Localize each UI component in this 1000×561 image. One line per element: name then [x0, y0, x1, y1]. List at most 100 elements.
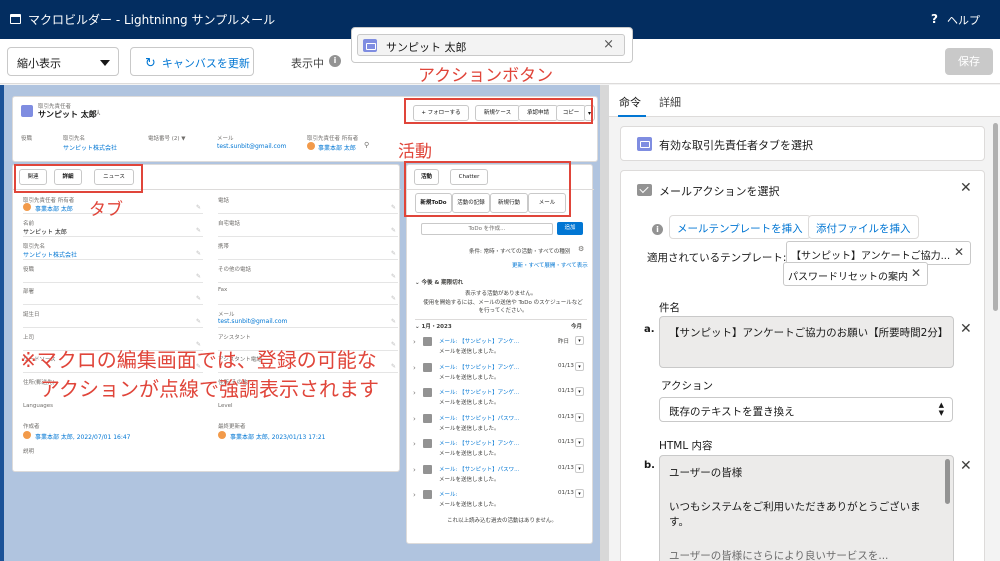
chevron-down-icon[interactable]: ▾ — [575, 336, 584, 345]
close-icon[interactable]: ✕ — [954, 245, 964, 259]
field-divider — [218, 304, 398, 305]
edit-pencil-icon[interactable]: ✎ — [391, 273, 396, 280]
month-title[interactable]: ⌄ 1月・2023 — [415, 322, 452, 330]
activity-item-title[interactable]: メール: 【サンピット】パスワ... — [439, 414, 519, 422]
help-link[interactable]: ヘルプ — [947, 12, 980, 28]
change-owner-icon[interactable]: ⚲ — [364, 141, 369, 149]
modified-by-value[interactable]: 事業本部 太郎, 2023/01/13 17:21 — [230, 432, 326, 441]
edit-pencil-icon[interactable]: ✎ — [196, 295, 201, 302]
refresh-canvas-button[interactable]: ↻ キャンバスを更新 — [130, 47, 254, 76]
edit-pencil-icon[interactable]: ✎ — [196, 273, 201, 280]
activity-item-date: 01/13 — [558, 362, 574, 369]
edit-pencil-icon[interactable]: ✎ — [196, 204, 201, 211]
field-value[interactable]: test.sunbit@gmail.com — [218, 318, 287, 325]
activity-refresh-links[interactable]: 更新・すべて展開・すべて表示 — [512, 261, 588, 269]
insert-template-button[interactable]: メールテンプレートを挿入 — [669, 215, 811, 239]
chevron-right-icon[interactable]: › — [413, 364, 416, 372]
insert-file-button[interactable]: 添付ファイルを挿入 — [808, 215, 919, 239]
email-icon — [423, 362, 432, 372]
chevron-down-icon[interactable]: ▾ — [575, 387, 584, 396]
html-content-label: HTML 内容 — [659, 440, 713, 452]
add-todo-button[interactable]: 追加 — [557, 222, 583, 235]
app-title: マクロビルダー - Lightninng サンプルメール — [28, 13, 276, 27]
tab-details[interactable]: 詳細 — [659, 94, 681, 110]
chevron-down-icon[interactable]: ▾ — [575, 438, 584, 447]
edit-pencil-icon[interactable]: ✎ — [391, 341, 396, 348]
created-by-value[interactable]: 事業本部 太郎, 2022/07/01 16:47 — [35, 432, 131, 441]
chevron-right-icon[interactable]: › — [413, 491, 416, 499]
chevron-down-icon[interactable]: ▾ — [575, 463, 584, 473]
instruction-step-email-action: メールアクションを選択 ✕ i メールテンプレートを挿入 添付ファイルを挿入 適… — [620, 170, 985, 561]
upcoming-title[interactable]: ⌄ 今後 & 期限切れ — [415, 278, 463, 286]
gear-icon[interactable]: ⚙ — [578, 245, 584, 253]
chevron-down-icon[interactable]: ▾ — [575, 489, 584, 498]
avatar — [218, 431, 226, 439]
field-value: サンピット 太郎 — [23, 229, 67, 236]
template-pill-label: 【サンピット】アンケートご協力... — [791, 251, 951, 262]
edit-pencil-icon[interactable]: ✎ — [391, 204, 396, 211]
tab-instructions[interactable]: 命令 — [619, 94, 641, 110]
subject-label: 件名 — [659, 302, 680, 314]
action-select[interactable]: 既存のテキストを置き換え ▲ ▼ — [659, 397, 953, 422]
field-divider — [218, 259, 398, 260]
chevron-right-icon[interactable]: › — [413, 415, 416, 423]
close-icon[interactable]: ✕ — [960, 321, 972, 337]
field-divider — [23, 304, 203, 305]
info-icon[interactable]: i — [329, 55, 341, 67]
subject-input[interactable]: 【サンピット】アンケートご協力のお願い【所要時間2分】 — [659, 316, 954, 368]
template-pill[interactable]: パスワードリセットの案内 ✕ — [783, 262, 928, 286]
activity-item-title[interactable]: メール: — [439, 490, 457, 498]
activity-item-title[interactable]: メール: 【サンピット】アンゲ... — [439, 363, 519, 371]
field-value[interactable]: 事業本部 太郎 — [35, 204, 73, 213]
activity-item-title[interactable]: メール: 【サンピット】パスワ... — [439, 465, 519, 473]
hierarchy-icon[interactable]: ⅄ — [96, 109, 100, 117]
info-icon[interactable]: i — [652, 224, 663, 235]
activity-item-date: 01/13 — [558, 490, 574, 496]
edit-pencil-icon[interactable]: ✎ — [391, 318, 396, 325]
chevron-down-icon[interactable]: ▾ — [575, 361, 584, 371]
highlight-label[interactable]: 電話番号 (2) ▼ — [148, 134, 186, 142]
canvas-scroll-gutter[interactable] — [600, 85, 609, 561]
chevron-right-icon[interactable]: › — [413, 440, 416, 448]
save-button[interactable]: 保存 — [945, 48, 993, 75]
field-label: メール — [218, 312, 235, 318]
edit-pencil-icon[interactable]: ✎ — [196, 250, 201, 257]
chevron-down-icon — [100, 60, 110, 66]
close-icon[interactable]: ✕ — [960, 180, 972, 196]
chevron-down-icon[interactable]: ▾ — [575, 412, 584, 422]
edit-pencil-icon[interactable]: ✎ — [391, 363, 396, 370]
close-icon[interactable]: × — [603, 37, 614, 52]
field-value[interactable]: サンピット株式会社 — [23, 250, 77, 259]
highlight-label: 役職 — [21, 136, 33, 142]
zoom-select[interactable]: 縮小表示 — [7, 47, 119, 76]
selected-contact-pill[interactable]: サンピット 太郎 × — [357, 34, 625, 56]
chevron-right-icon[interactable]: › — [413, 466, 416, 474]
edit-pencil-icon[interactable]: ✎ — [391, 227, 396, 234]
chevron-right-icon[interactable]: › — [413, 389, 416, 397]
account-link[interactable]: サンピット株式会社 — [63, 143, 117, 152]
avatar — [307, 142, 315, 150]
activity-item-title[interactable]: メール: 【サンピット】アンゲ... — [439, 388, 519, 396]
highlight-label: 取引先名 — [63, 136, 86, 142]
help-icon[interactable]: ? — [931, 12, 938, 26]
todo-input[interactable]: ToDo を作成... — [421, 223, 553, 235]
activity-item-title[interactable]: メール: 【サンピット】アンケ... — [439, 439, 519, 447]
html-content-marker: b. — [644, 460, 655, 471]
divider — [415, 319, 587, 320]
close-icon[interactable]: ✕ — [911, 266, 921, 280]
edit-pencil-icon[interactable]: ✎ — [391, 295, 396, 302]
editor-scrollbar-thumb[interactable] — [945, 459, 950, 504]
html-content-editor[interactable]: ユーザーの皆様 いつもシステムをご利用いただきありがとうございます。 ユーザーの… — [659, 455, 954, 561]
email-link[interactable]: test.sunbit@gmail.com — [217, 143, 286, 150]
activity-item-title[interactable]: メール: 【サンピット】アンケ... — [439, 337, 519, 345]
edit-pencil-icon[interactable]: ✎ — [391, 250, 396, 257]
panel-scrollbar-thumb[interactable] — [993, 123, 998, 311]
edit-pencil-icon[interactable]: ✎ — [196, 318, 201, 325]
close-icon[interactable]: ✕ — [960, 458, 972, 474]
instruction-step-select-tab[interactable]: 有効な取引先責任者タブを選択 — [620, 126, 985, 161]
activity-item-date: 01/13 — [558, 439, 574, 445]
chevron-right-icon[interactable]: › — [413, 338, 416, 346]
edit-pencil-icon[interactable]: ✎ — [196, 227, 201, 234]
owner-link[interactable]: 事業本部 太郎 — [318, 143, 356, 152]
activity-card: 活動 Chatter 新規ToDo 活動の記録 新規行動 メール ToDo を作… — [406, 164, 594, 544]
